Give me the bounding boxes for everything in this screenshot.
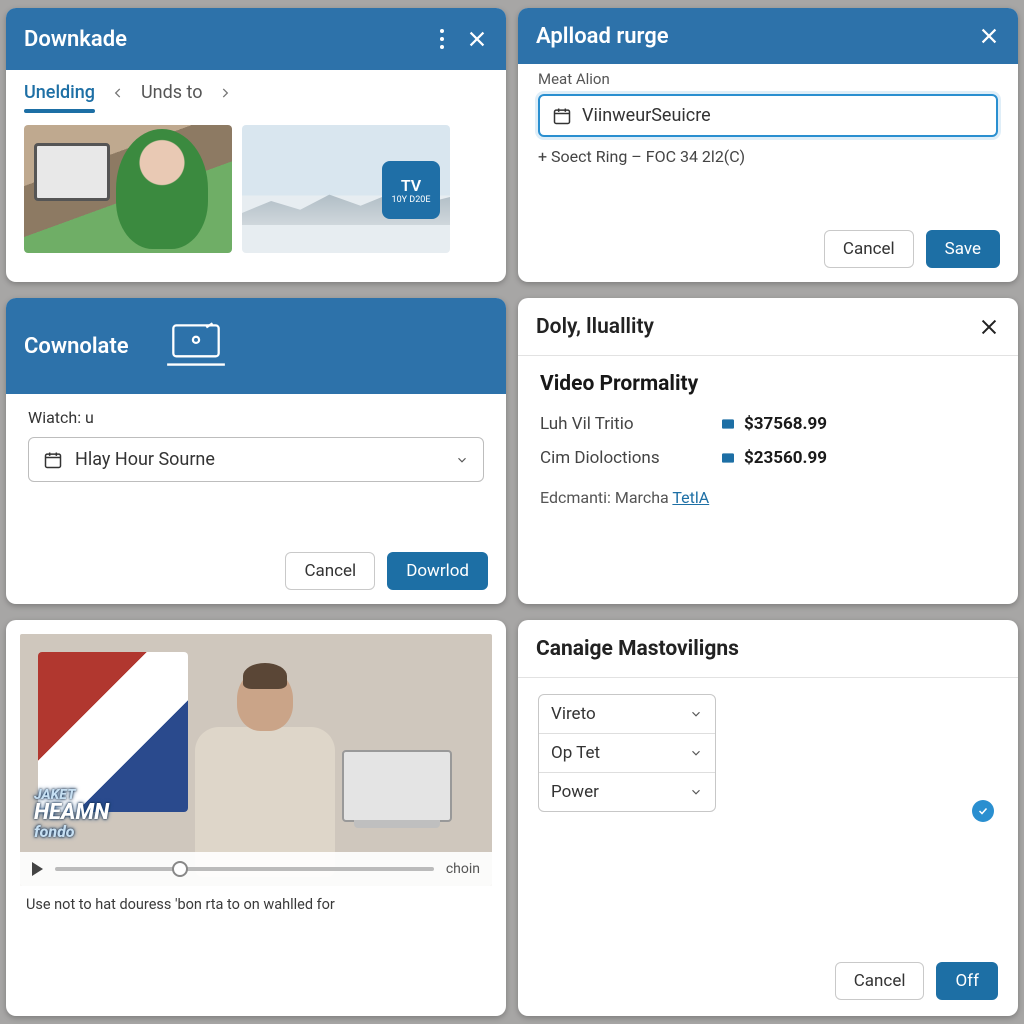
close-icon[interactable] [978,25,1000,47]
price-tag-icon [720,416,736,432]
cancel-button[interactable]: Cancel [835,962,925,1000]
calendar-icon [552,106,572,126]
chevron-right-icon[interactable] [218,86,232,100]
save-button[interactable]: Save [926,230,1000,268]
panel-title: Cownolate [24,334,129,359]
video-laptop-prop [342,750,452,822]
source-input[interactable]: ViinweurSeuicre [538,94,998,137]
source-select[interactable]: Hlay Hour Sourne [28,437,484,482]
panel-header: Canaige Mastoviligns [518,620,1018,678]
summary-row: Cim Dioloctions $23560.99 [540,448,996,468]
section-subtitle: Video Prormality [540,372,996,396]
row-label: Luh Vil Tritio [540,414,720,434]
calendar-icon [43,450,63,470]
panel-title: Canaige Mastoviligns [536,637,739,661]
video-player[interactable]: JAKET HEAMN fondo choin [20,634,492,886]
tab-active[interactable]: Unelding [24,82,95,103]
time-label: choin [446,861,480,877]
off-button[interactable]: Off [936,962,998,1000]
settings-panel: Canaige Mastoviligns Vireto Op Tet [518,620,1018,1016]
video-caption: Use not to hat douress 'bon rta to on wa… [20,886,492,913]
option-item[interactable]: Vireto [539,695,715,734]
chevron-down-icon [455,453,469,467]
footer-link-line: Edcmanti: Marcha TetlA [540,488,996,507]
chevron-down-icon [689,746,703,760]
row-value: $37568.99 [744,414,827,434]
chevron-down-icon [689,785,703,799]
input-value: ViinweurSeuicre [582,105,711,126]
lower-third: JAKET HEAMN fondo [34,788,109,840]
panel-title: Doly, lluallity [536,315,654,339]
option-item[interactable]: Op Tet [539,734,715,773]
price-tag-icon [720,450,736,466]
row-value: $23560.99 [744,448,827,468]
play-icon[interactable] [32,862,43,876]
check-badge-icon [972,800,994,822]
downloads-panel: Downkade Unelding Unds to TV 10Y D20E [6,8,506,282]
chevron-down-icon [689,707,703,721]
laptop-icon [163,319,229,373]
field-label: Meat Alion [538,70,998,88]
tab-bar: Unelding Unds to [6,70,506,111]
video-thumbnail[interactable] [24,125,232,253]
upload-dialog: Aplload rurge Meat Alion ViinweurSeuicre… [518,8,1018,282]
hint-text: + Soect Ring – FOC 34 2l2(C) [538,147,998,166]
summary-panel: Doly, lluallity Video Prormality Luh Vil… [518,298,1018,604]
panel-header: Cownolate [6,298,506,394]
cancel-button[interactable]: Cancel [824,230,914,268]
panel-title: Aplload rurge [536,24,669,49]
panel-title: Downkade [24,27,127,52]
tab-inactive[interactable]: Unds to [141,82,203,103]
video-presenter [185,669,345,879]
more-icon[interactable] [440,29,444,49]
download-dialog: Cownolate Wiatch: u Hlay Hour Sourne Can… [6,298,506,604]
row-label: Cim Dioloctions [540,448,720,468]
chevron-left-icon[interactable] [111,86,125,100]
seek-slider[interactable] [55,867,434,871]
field-label: Wiatch: u [28,408,484,427]
video-thumbnail[interactable]: TV 10Y D20E [242,125,450,253]
playback-bar: choin [20,852,492,886]
summary-row: Luh Vil Tritio $37568.99 [540,414,996,434]
select-value: Hlay Hour Sourne [75,449,215,470]
tv-badge: TV 10Y D20E [382,161,440,219]
panel-header: Downkade [6,8,506,70]
details-link[interactable]: TetlA [672,488,709,507]
panel-header: Doly, lluallity [518,298,1018,356]
close-icon[interactable] [978,316,1000,338]
options-list: Vireto Op Tet Power [538,694,716,812]
option-item[interactable]: Power [539,773,715,811]
panel-header: Aplload rurge [518,8,1018,64]
video-player-panel: JAKET HEAMN fondo choin Use not to hat d… [6,620,506,1016]
cancel-button[interactable]: Cancel [285,552,375,590]
download-button[interactable]: Dowrlod [387,552,488,590]
close-icon[interactable] [466,28,488,50]
